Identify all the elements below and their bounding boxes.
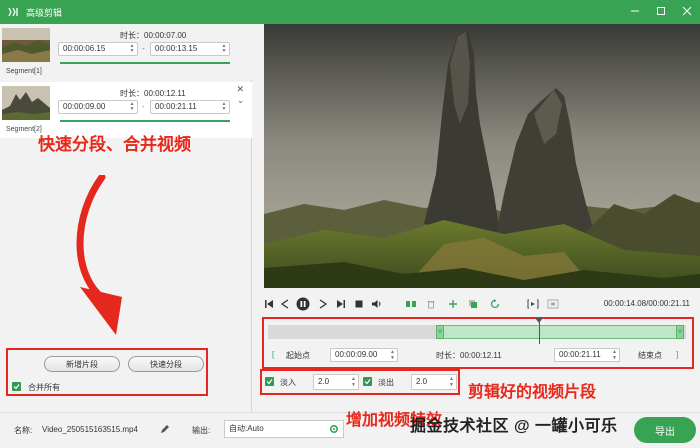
fade-in-label: 淡入 (280, 378, 296, 387)
step-forward-icon[interactable] (316, 297, 330, 311)
segment-duration: 时长：00:00:07.00 (120, 31, 187, 40)
copy-icon[interactable] (466, 297, 480, 311)
output-path-input[interactable]: 自动:Auto (224, 420, 344, 438)
fade-out-checkbox[interactable] (363, 377, 372, 386)
merge-all-label: 合并所有 (28, 383, 60, 392)
start-bracket: [ (272, 350, 275, 359)
player-controls: 00:00:14.08/00:00:21.11 (262, 294, 700, 314)
timeline-end-handle[interactable]: ≡ (676, 325, 684, 339)
window-controls (628, 4, 694, 18)
timeline-range-row: [ 起始点 00:00:09.00 ▲ ▼ 时长：00:00:12.11 00:0… (266, 347, 692, 363)
stop-icon[interactable] (352, 297, 366, 311)
annotation-split-merge: 快速分段、合并视频 (38, 135, 191, 154)
edit-pencil-icon[interactable] (160, 424, 170, 436)
spinner-icon[interactable]: ▲ ▼ (449, 376, 454, 388)
fade-in-input[interactable]: 2.0 ▲ ▼ (313, 374, 359, 390)
file-name: Video_250515163515.mp4 (42, 425, 138, 434)
end-point-label[interactable]: 结束点 (638, 350, 662, 361)
spinner-icon[interactable]: ▲ ▼ (129, 101, 135, 113)
volume-icon[interactable] (370, 297, 384, 311)
merge-all-checkbox[interactable] (12, 382, 21, 391)
range-start-input[interactable]: 00:00:09.00 ▲ ▼ (330, 348, 398, 362)
maximize-icon[interactable] (654, 4, 668, 18)
timeline-selection[interactable] (436, 325, 684, 339)
annotation-clipped-segments: 剪辑好的视频片段 (468, 384, 597, 401)
fade-in-checkbox[interactable] (265, 377, 274, 386)
mark-out-icon[interactable] (546, 297, 560, 311)
segment-end-input[interactable]: 00:00:13.15 ▲ ▼ (150, 42, 230, 56)
red-arrow-icon (76, 175, 122, 335)
settings-gear-icon[interactable] (329, 424, 339, 440)
quick-split-button[interactable]: 快速分段 (128, 356, 204, 372)
segment-item[interactable]: Segment[1] 时长：00:00:07.00 00:00:06.15 ▲ ▼… (0, 24, 252, 80)
chevron-down-icon[interactable]: ⌄ (237, 96, 244, 105)
segment-start-input[interactable]: 00:00:09.00 ▲ ▼ (58, 100, 138, 114)
playhead[interactable] (539, 320, 540, 344)
delete-icon[interactable] (424, 297, 438, 311)
start-point-label[interactable]: 起始点 (286, 350, 310, 361)
name-label: 名称: (14, 426, 33, 435)
segment-label: Segment[2] (6, 126, 42, 133)
skip-start-icon[interactable] (262, 297, 276, 311)
close-window-icon[interactable] (680, 4, 694, 18)
export-button[interactable]: 导出 (634, 417, 696, 443)
segment-start-input[interactable]: 00:00:06.15 ▲ ▼ (58, 42, 138, 56)
spinner-icon[interactable]: ▲ ▼ (351, 376, 356, 388)
mark-in-icon[interactable] (526, 297, 540, 311)
video-frame-image (264, 24, 700, 288)
app-logo-icon (6, 5, 20, 19)
spinner-icon[interactable]: ▲ ▼ (129, 43, 135, 55)
timeline-start-handle[interactable]: ≡ (436, 325, 444, 339)
title-bar: 高级剪辑 (0, 0, 700, 24)
segment-progress-bar (60, 120, 230, 122)
spinner-icon[interactable]: ▲ ▼ (390, 349, 395, 361)
step-back-icon[interactable] (278, 297, 292, 311)
reset-icon[interactable] (488, 297, 502, 311)
minimize-icon[interactable] (628, 4, 642, 18)
skip-end-icon[interactable] (334, 297, 348, 311)
segment-thumbnail (2, 28, 50, 62)
watermark-text: 掘金技术社区 @ 一罐小可乐 (410, 418, 618, 435)
video-preview[interactable] (264, 24, 700, 288)
time-readout: 00:00:14.08/00:00:21.11 (603, 299, 690, 308)
spinner-icon[interactable]: ▲ ▼ (221, 43, 227, 55)
pause-icon[interactable] (296, 297, 310, 311)
add-icon[interactable] (446, 297, 460, 311)
output-label: 输出: (192, 426, 211, 435)
end-bracket: ] (676, 350, 679, 359)
segment-thumbnail (2, 86, 50, 120)
segment-end-input[interactable]: 00:00:21.11 ▲ ▼ (150, 100, 230, 114)
window-title: 高级剪辑 (26, 7, 63, 18)
range-end-input[interactable]: 00:00:21.11 ▲ ▼ (554, 348, 620, 362)
spinner-icon[interactable]: ▲ ▼ (612, 349, 617, 361)
add-segment-button[interactable]: 新增片段 (44, 356, 120, 372)
segment-label: Segment[1] (6, 68, 42, 75)
range-duration: 时长：00:00:12.11 (436, 351, 502, 360)
split-clip-icon[interactable] (404, 297, 418, 311)
spinner-icon[interactable]: ▲ ▼ (221, 101, 227, 113)
remove-segment-icon[interactable]: ✕ (236, 84, 244, 95)
segment-duration: 时长：00:00:12.11 (120, 89, 186, 98)
fade-out-input[interactable]: 2.0 ▲ ▼ (411, 374, 457, 390)
segment-progress-bar (60, 62, 230, 64)
fade-out-label: 淡出 (378, 378, 394, 387)
